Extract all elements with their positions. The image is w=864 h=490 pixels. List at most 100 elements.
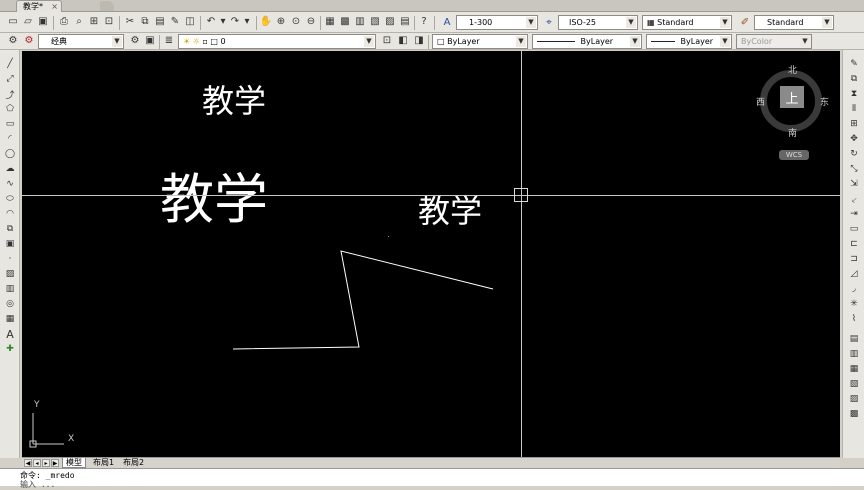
extend-icon[interactable]: ⇥ <box>847 207 861 221</box>
zoom-previous-icon[interactable]: ⊖ <box>304 15 318 29</box>
print-icon[interactable]: ⎙ <box>57 15 71 29</box>
chevron-down-icon[interactable]: ▼ <box>364 36 374 47</box>
tool-palettes-icon[interactable]: ▥ <box>353 15 367 29</box>
copy-object-icon[interactable]: ⧉ <box>847 72 861 86</box>
command-line[interactable]: 命令: _mredo 输入 ... <box>0 468 864 489</box>
compass-north[interactable]: 北 <box>788 63 797 76</box>
calculator-icon[interactable]: ▤ <box>398 15 412 29</box>
match-properties-icon[interactable]: ✎ <box>168 15 182 29</box>
previous-tab-icon[interactable]: ◂ <box>33 459 41 467</box>
multileader-style-icon[interactable]: ✐ <box>738 15 752 29</box>
dimension-style-dropdown[interactable]: ISO-25 ▼ <box>558 15 638 30</box>
offset-icon[interactable]: ⫴ <box>847 102 861 116</box>
chevron-down-icon[interactable]: ▼ <box>626 17 636 28</box>
new-file-icon[interactable]: ▭ <box>6 15 20 29</box>
erase-icon[interactable]: ✎ <box>847 57 861 71</box>
next-tab-icon[interactable]: ▸ <box>42 459 50 467</box>
first-tab-icon[interactable]: ◀ <box>24 459 32 467</box>
last-tab-icon[interactable]: ▶ <box>51 459 59 467</box>
hatch-icon[interactable]: ▨ <box>3 267 17 281</box>
pan-icon[interactable]: ✋ <box>259 15 273 29</box>
array-icon[interactable]: ⊞ <box>847 117 861 131</box>
blend-icon[interactable]: ⌇ <box>847 312 861 326</box>
new-tab-button[interactable] <box>100 1 114 11</box>
chevron-down-icon[interactable]: ▼ <box>516 36 526 47</box>
color-control-dropdown[interactable]: □ ByLayer ▼ <box>432 34 528 49</box>
workspace-icon[interactable]: ⚙ <box>6 34 20 48</box>
layer-properties-icon[interactable]: ≣ <box>162 34 176 48</box>
mirror-icon[interactable]: ⧗ <box>847 87 861 101</box>
chevron-down-icon[interactable]: ▼ <box>112 36 122 47</box>
ellipse-icon[interactable]: ⬭ <box>3 192 17 206</box>
add-selected-icon[interactable]: ✚ <box>3 342 17 356</box>
explode-icon[interactable]: ✳ <box>847 297 861 311</box>
drawing-canvas[interactable]: 教学 教学 教学 Y X 上 北 南 东 西 WCS <box>22 51 840 457</box>
make-block-icon[interactable]: ▣ <box>3 237 17 251</box>
text-style-icon[interactable]: A <box>440 15 454 29</box>
print-preview-icon[interactable]: ⌕ <box>72 15 86 29</box>
rotate-icon[interactable]: ↻ <box>847 147 861 161</box>
gradient-icon[interactable]: ▥ <box>3 282 17 296</box>
paste-icon[interactable]: ▤ <box>153 15 167 29</box>
layer-previous-icon[interactable]: ◧ <box>396 34 410 48</box>
design-center-icon[interactable]: ▩ <box>338 15 352 29</box>
spline-icon[interactable]: ∿ <box>3 177 17 191</box>
save-icon[interactable]: ▣ <box>36 15 50 29</box>
ellipse-arc-icon[interactable]: ◠ <box>3 207 17 221</box>
layer-state-icon[interactable]: ◨ <box>412 34 426 48</box>
close-icon[interactable]: × <box>51 1 58 12</box>
document-tab[interactable]: 教学* × <box>16 0 62 12</box>
tab-layout2[interactable]: 布局2 <box>120 458 147 468</box>
linetype-control-dropdown[interactable]: ByLayer ▼ <box>532 34 642 49</box>
chevron-down-icon[interactable]: ▼ <box>720 36 730 47</box>
sheet-set-icon[interactable]: ▧ <box>368 15 382 29</box>
annotation-scale-dropdown[interactable]: 1-300 ▼ <box>456 15 538 30</box>
help-icon[interactable]: ? <box>417 15 431 29</box>
customize-icon[interactable]: ▣ <box>143 34 157 48</box>
multiline-text-icon[interactable]: A <box>3 327 17 341</box>
insert-block-icon[interactable]: ⧉ <box>3 222 17 236</box>
open-folder-icon[interactable]: ▱ <box>21 15 35 29</box>
block-editor-icon[interactable]: ◫ <box>183 15 197 29</box>
polyline-icon[interactable]: ⤴ <box>3 87 17 101</box>
break-at-point-icon[interactable]: ▭ <box>847 222 861 236</box>
compass-west[interactable]: 西 <box>756 95 765 108</box>
draworder-back-icon[interactable]: ▥ <box>847 347 861 361</box>
line-icon[interactable]: ╱ <box>3 57 17 71</box>
revision-cloud-icon[interactable]: ☁ <box>3 162 17 176</box>
draworder-front-icon[interactable]: ▤ <box>847 332 861 346</box>
cut-icon[interactable]: ✂ <box>123 15 137 29</box>
scale-icon[interactable]: ⤡ <box>847 162 861 176</box>
zoom-window-icon[interactable]: ⊙ <box>289 15 303 29</box>
publish-icon[interactable]: ⊞ <box>87 15 101 29</box>
circle-icon[interactable]: ◯ <box>3 147 17 161</box>
chevron-down-icon[interactable]: ▼ <box>630 36 640 47</box>
markup-icon[interactable]: ▨ <box>383 15 397 29</box>
rectangle-icon[interactable]: ▭ <box>3 117 17 131</box>
workspace-settings-icon[interactable]: ⚙ <box>22 34 36 48</box>
trim-icon[interactable]: ⸔ <box>847 192 861 206</box>
compass-south[interactable]: 南 <box>788 126 797 139</box>
chamfer-icon[interactable]: ◿ <box>847 267 861 281</box>
viewcube-top-face[interactable]: 上 <box>780 86 804 108</box>
fillet-icon[interactable]: ◞ <box>847 282 861 296</box>
table-icon[interactable]: ▦ <box>3 312 17 326</box>
table-style-dropdown[interactable]: ▦ Standard ▼ <box>642 15 732 30</box>
break-icon[interactable]: ⊏ <box>847 237 861 251</box>
draworder-above-icon[interactable]: ▦ <box>847 362 861 376</box>
make-current-icon[interactable]: ⊡ <box>380 34 394 48</box>
zoom-realtime-icon[interactable]: ⊕ <box>274 15 288 29</box>
workspace-settings-button[interactable]: ⚙ <box>128 34 142 48</box>
arc-icon[interactable]: ◜ <box>3 132 17 146</box>
compass-east[interactable]: 东 <box>820 95 829 108</box>
lineweight-control-dropdown[interactable]: ByLayer ▼ <box>646 34 732 49</box>
chevron-down-icon[interactable]: ▼ <box>822 17 832 28</box>
draworder-below-icon[interactable]: ▧ <box>847 377 861 391</box>
construction-line-icon[interactable]: ⤢ <box>3 72 17 86</box>
redo-dropdown-icon[interactable]: ▾ <box>240 15 254 29</box>
wcs-menu[interactable]: WCS <box>779 150 809 160</box>
bring-dims-front-icon[interactable]: ▩ <box>847 407 861 421</box>
layer-dropdown[interactable]: ☀ ☼ ▫ □ 0 ▼ <box>178 34 376 49</box>
stretch-icon[interactable]: ⇲ <box>847 177 861 191</box>
dimension-style-icon[interactable]: ⌖ <box>542 15 556 29</box>
